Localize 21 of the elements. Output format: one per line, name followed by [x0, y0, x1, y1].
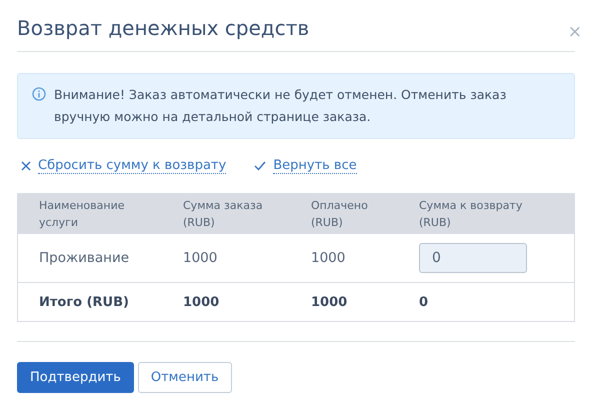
column-header: Оплачено (RUB)	[311, 198, 369, 231]
dialog-title: Возврат денежных средств	[17, 16, 310, 42]
column-header: Наименование услуги	[39, 198, 126, 231]
table-cell-text: 1000	[311, 250, 346, 266]
cancel-button[interactable]: Отменить	[138, 362, 232, 393]
confirm-button[interactable]: Подтвердить	[17, 362, 134, 393]
alert-text: Внимание! Заказ автоматически не будет отменен. Отменить заказ вручную можно на детальной странице заказа.	[54, 86, 508, 126]
table-cell-text: Проживание	[39, 250, 130, 266]
checkmark-icon	[254, 161, 266, 171]
reset-refund-link[interactable]: Сбросить сумму к возврату	[17, 158, 226, 174]
info-icon	[32, 87, 46, 101]
table-cell-text: 0	[419, 294, 430, 310]
table-cell-text: 1000	[183, 294, 220, 310]
column-header: Сумма к возврату (RUB)	[419, 198, 524, 231]
refund-amount-field[interactable]: 0	[419, 243, 527, 273]
table-cell-text: Итого (RUB)	[39, 294, 130, 310]
refund-all-link[interactable]: Вернуть все	[250, 158, 357, 174]
close-icon	[21, 161, 31, 171]
column-header: Сумма заказа (RUB)	[183, 198, 264, 231]
table-cell-text: 1000	[311, 294, 348, 310]
table-cell-text: 1000	[183, 250, 218, 266]
